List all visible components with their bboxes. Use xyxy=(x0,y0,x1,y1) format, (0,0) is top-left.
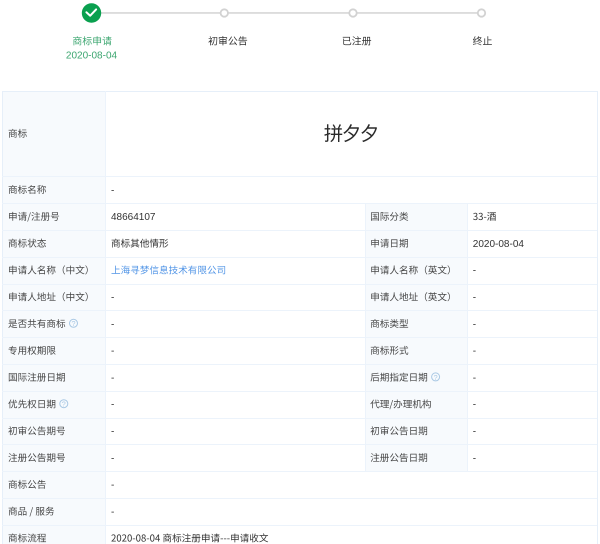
svg-text:-: - xyxy=(473,266,476,277)
svg-text:2020-08-04: 2020-08-04 xyxy=(473,239,525,250)
svg-text:?: ? xyxy=(72,319,76,328)
svg-text:-: - xyxy=(111,346,114,357)
svg-text:-: - xyxy=(111,480,114,491)
svg-text:-: - xyxy=(473,427,476,438)
svg-text:-: - xyxy=(111,293,114,304)
svg-text:-: - xyxy=(111,319,114,330)
svg-text:-: - xyxy=(111,507,114,518)
svg-text:-: - xyxy=(473,453,476,464)
svg-text:-: - xyxy=(111,185,114,196)
svg-text:-: - xyxy=(111,400,114,411)
svg-text:2020-08-04: 2020-08-04 xyxy=(66,50,118,61)
svg-text:?: ? xyxy=(434,373,438,382)
svg-text:?: ? xyxy=(62,400,66,409)
svg-text:-: - xyxy=(111,373,114,384)
svg-text:-: - xyxy=(111,453,114,464)
svg-text:-: - xyxy=(473,293,476,304)
svg-text:-: - xyxy=(473,373,476,384)
svg-text:-: - xyxy=(473,346,476,357)
svg-text:-: - xyxy=(111,427,114,438)
svg-text:-: - xyxy=(473,319,476,330)
svg-text:-: - xyxy=(473,400,476,411)
svg-text:48664107: 48664107 xyxy=(111,212,156,223)
